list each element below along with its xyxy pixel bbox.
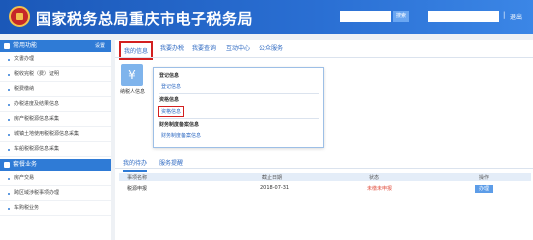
tab-divider — [115, 57, 533, 58]
table-row: 税源申报 2018-07-31 未缴未申报 办理 — [119, 184, 531, 194]
sidebar: 常用功能 设置 文書办理 税收完税（费）证明 税费缴纳 办税进度及结果信息 房产… — [0, 40, 111, 240]
logout-link[interactable]: 退出 — [510, 12, 522, 21]
row-item-name: 税源申报 — [127, 186, 148, 192]
col-item-name: 事项名称 — [127, 175, 148, 181]
handle-button[interactable]: 办理 — [475, 185, 493, 193]
col-status: 状态 — [369, 175, 380, 181]
sidebar-section-title: 套餐业务 — [13, 161, 38, 168]
user-info-box — [428, 11, 499, 22]
sidebar-item[interactable]: 税费缴纳 — [0, 82, 111, 97]
dropdown-group-title: 登记信息 — [159, 73, 180, 79]
sidebar-item[interactable]: 车船税税源信息采集 — [0, 142, 111, 157]
sidebar-item[interactable]: 房产税税源信息采集 — [0, 112, 111, 127]
sidebar-item[interactable]: 办税进度及结果信息 — [0, 97, 111, 112]
settings-link[interactable]: 设置 — [95, 40, 105, 52]
dropdown-link-qualification[interactable]: 资格信息 — [158, 106, 185, 117]
tab-service-reminder[interactable]: 服务提醒 — [159, 158, 183, 167]
search-input[interactable] — [340, 11, 391, 22]
sidebar-item[interactable]: 城镇土地使用税税源信息采集 — [0, 127, 111, 142]
dropdown-link-financial[interactable]: 财务制度备案信息 — [161, 132, 201, 139]
my-info-dropdown: 登记信息 登记信息 资格信息 资格信息 财务制度备案信息 财务制度备案信息 — [153, 67, 324, 148]
sub-tab-bar: 我的待办 服务提醒 — [115, 155, 533, 172]
sidebar-item[interactable]: 房产交易 — [0, 171, 111, 186]
dropdown-divider — [159, 93, 319, 94]
sidebar-section-package[interactable]: 套餐业务 — [0, 159, 111, 171]
tab-public-service[interactable]: 公众服务 — [259, 43, 283, 52]
col-action: 操作 — [479, 175, 490, 181]
tab-my-todo[interactable]: 我的待办 — [123, 158, 148, 172]
sidebar-item[interactable]: 车购税业务 — [0, 201, 111, 216]
sidebar-item[interactable]: 文書办理 — [0, 52, 111, 67]
tab-query[interactable]: 我要查询 — [192, 43, 216, 52]
dropdown-divider — [159, 118, 319, 119]
site-title: 国家税务总局重庆市电子税务局 — [36, 10, 254, 28]
sidebar-item[interactable]: 跨区域涉税事项办理 — [0, 186, 111, 201]
tax-emblem-icon — [9, 6, 30, 27]
header-divider: | — [503, 11, 506, 19]
search-button[interactable]: 搜索 — [393, 11, 409, 22]
package-icon — [4, 162, 10, 168]
tab-interaction[interactable]: 互动中心 — [226, 43, 250, 52]
table-header: 事项名称 截止日期 状态 操作 — [119, 173, 531, 181]
col-deadline: 截止日期 — [262, 175, 283, 181]
top-header: 国家税务总局重庆市电子税务局 搜索 | 退出 — [0, 0, 533, 34]
dropdown-link-registration[interactable]: 登记信息 — [161, 83, 181, 90]
tab-do-tax[interactable]: 我要办税 — [160, 43, 184, 52]
sidebar-item[interactable]: 税收完税（费）证明 — [0, 67, 111, 82]
sidebar-section-title: 常用功能 — [13, 42, 38, 49]
row-status: 未缴未申报 — [367, 186, 393, 192]
taxpayer-info-icon[interactable]: ¥ — [121, 64, 143, 86]
star-icon — [4, 43, 10, 49]
row-deadline: 2018-07-31 — [260, 185, 290, 191]
dropdown-group-title: 资格信息 — [159, 97, 180, 103]
taxpayer-info-label: 纳税人信息 — [120, 89, 146, 95]
dropdown-group-title: 财务制度备案信息 — [159, 122, 200, 128]
sidebar-section-common[interactable]: 常用功能 设置 — [0, 40, 111, 52]
